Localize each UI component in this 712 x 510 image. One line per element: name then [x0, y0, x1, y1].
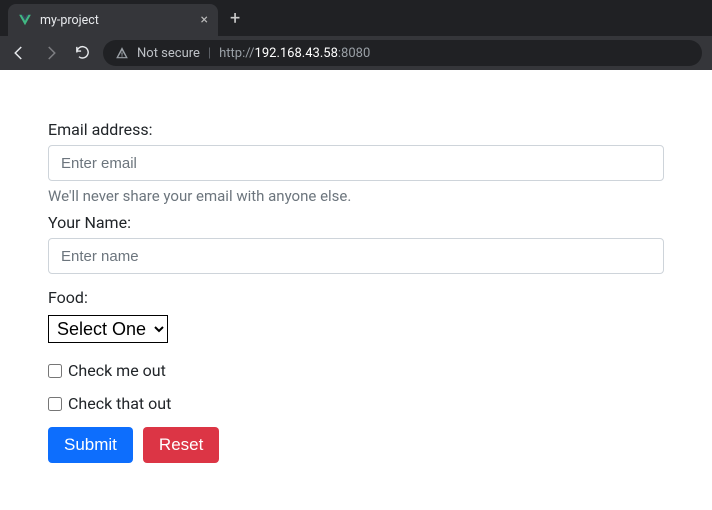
- submit-button[interactable]: Submit: [48, 427, 133, 463]
- forward-icon[interactable]: [42, 44, 60, 62]
- food-select[interactable]: Select One: [48, 315, 168, 343]
- reload-icon[interactable]: [74, 44, 91, 62]
- check-that-out-checkbox[interactable]: [48, 397, 62, 411]
- food-group: Food: Select One: [48, 288, 664, 343]
- not-secure-label: Not secure: [137, 46, 200, 61]
- button-row: Submit Reset: [48, 427, 664, 463]
- check-that-out-label: Check that out: [68, 394, 171, 413]
- name-field[interactable]: [48, 238, 664, 274]
- back-icon[interactable]: [10, 44, 28, 62]
- address-bar: Not secure | http://192.168.43.58:8080: [0, 36, 712, 70]
- vue-favicon-icon: [18, 13, 32, 27]
- tab-bar: my-project × +: [0, 0, 712, 36]
- email-group: Email address: We'll never share your em…: [48, 120, 664, 205]
- email-field[interactable]: [48, 145, 664, 181]
- email-label: Email address:: [48, 120, 664, 139]
- checkbox-row-1: Check me out: [48, 361, 664, 380]
- browser-chrome: my-project × + Not secure | http://192.1…: [0, 0, 712, 70]
- name-group: Your Name:: [48, 213, 664, 274]
- food-label: Food:: [48, 288, 664, 307]
- url-port: :8080: [338, 46, 370, 61]
- url-box[interactable]: Not secure | http://192.168.43.58:8080: [103, 40, 702, 66]
- name-label: Your Name:: [48, 213, 664, 232]
- check-me-out-checkbox[interactable]: [48, 364, 62, 378]
- email-help-text: We'll never share your email with anyone…: [48, 187, 664, 205]
- checkbox-row-2: Check that out: [48, 394, 664, 413]
- new-tab-icon[interactable]: +: [218, 8, 252, 29]
- not-secure-icon: [115, 46, 129, 60]
- tab-title: my-project: [40, 13, 99, 28]
- page-content: Email address: We'll never share your em…: [0, 70, 712, 483]
- reset-button[interactable]: Reset: [143, 427, 219, 463]
- browser-tab[interactable]: my-project ×: [8, 4, 218, 36]
- tab-close-icon[interactable]: ×: [201, 12, 208, 28]
- url-host: 192.168.43.58: [255, 46, 338, 61]
- separator: |: [208, 46, 211, 61]
- check-me-out-label: Check me out: [68, 361, 166, 380]
- url-protocol: http://: [219, 46, 254, 61]
